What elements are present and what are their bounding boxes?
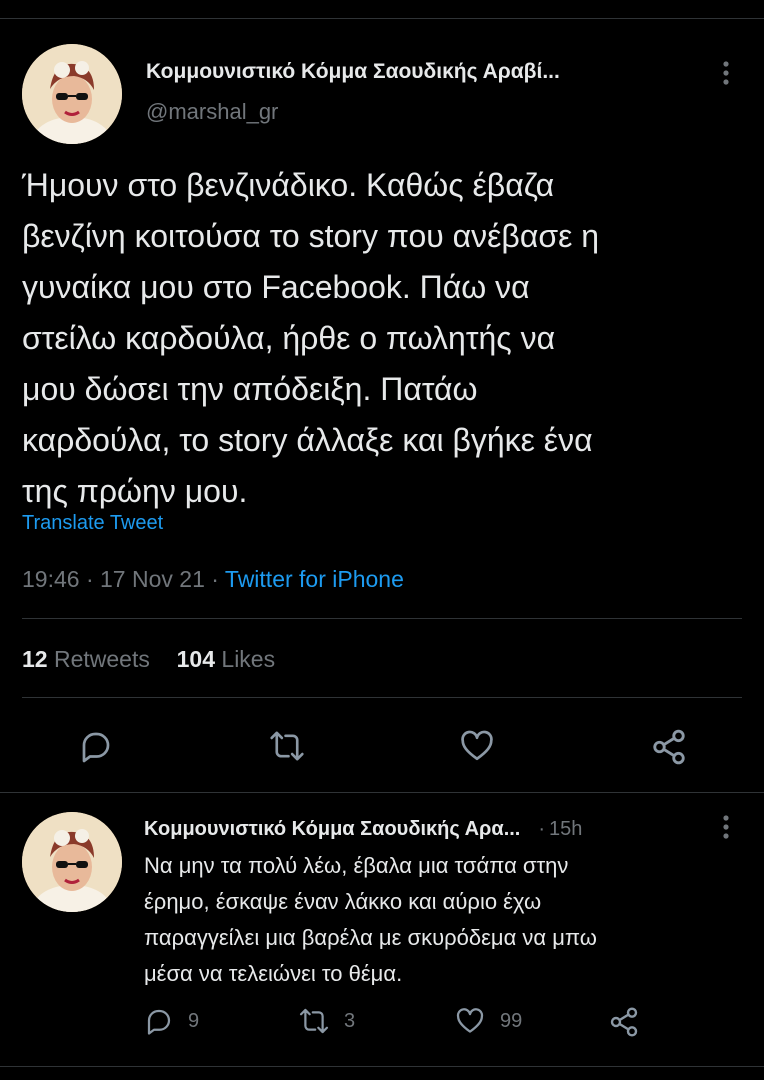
reply-author-avatar[interactable] (22, 812, 122, 912)
tweet-meta: 19:46 · 17 Nov 21 · Twitter for iPhone (22, 566, 404, 593)
meta-divider (22, 618, 742, 619)
reply-count: 9 (188, 1009, 200, 1032)
share-icon[interactable] (650, 728, 688, 766)
retweet-count: 3 (344, 1009, 356, 1032)
reply-like-action[interactable]: 99 (454, 1006, 522, 1036)
retweets-stat[interactable]: 12 Retweets (22, 646, 156, 672)
reply-body-line: παραγγείλει μια βαρέλα με σκυρόδεμα να μ… (144, 925, 597, 950)
reply-body-line: έρημο, έσκαψε έναν λάκκο και αύριο έχω (144, 889, 542, 914)
like-count: 99 (500, 1009, 523, 1032)
reply-separator: · (538, 818, 546, 840)
top-divider (0, 18, 764, 19)
reply-icon[interactable] (78, 728, 114, 764)
tweet-source-link[interactable]: Twitter for iPhone (225, 566, 404, 592)
retweets-label: Retweets (53, 646, 150, 672)
reply-author-name[interactable]: Κομμουνιστικό Κόμμα Σαουδικής Αρα... (144, 818, 520, 841)
reply-body: Να μην τα πολύ λέω, έβαλα μια τσάπα στην… (144, 848, 744, 992)
bottom-divider (0, 1066, 764, 1067)
meta-separator: · (211, 566, 219, 592)
tweet-body-line: της πρώην μου. (22, 473, 248, 509)
tweet-body-line: γυναίκα μου στο Facebook. Πάω να (22, 269, 530, 305)
tweet-body-line: Ήμουν στο βενζινάδικο. Καθώς έβαζα (22, 167, 555, 203)
reply-reply-action[interactable]: 9 (144, 1006, 199, 1036)
likes-count: 104 (176, 646, 216, 672)
reply-header: Κομμουνιστικό Κόμμα Σαουδικής Αρα... · 1… (144, 818, 704, 841)
reply-more-icon[interactable] (716, 814, 736, 840)
author-avatar[interactable] (22, 44, 122, 144)
translate-tweet-link[interactable]: Translate Tweet (22, 512, 163, 535)
likes-label: Likes (221, 646, 276, 672)
reply-share-icon[interactable] (608, 1006, 640, 1038)
tweet-body-line: στείλω καρδούλα, ήρθε ο πωλητής να (22, 320, 556, 356)
tweet-date[interactable]: 17 Nov 21 (100, 566, 205, 592)
reply-body-line: Να μην τα πολύ λέω, έβαλα μια τσάπα στην (144, 853, 569, 878)
retweets-count: 12 (22, 646, 48, 672)
reply-retweet-action[interactable]: 3 (298, 1006, 355, 1036)
reply-time[interactable]: 15h (549, 818, 582, 841)
more-icon[interactable] (716, 60, 736, 86)
tweet-body-line: καρδούλα, το story άλλαξε και βγήκε ένα (22, 422, 593, 458)
like-icon (454, 1006, 486, 1036)
author-name[interactable]: Κομμουνιστικό Κόμμα Σαουδικής Αραβί... (146, 60, 666, 84)
reply-divider (0, 792, 764, 793)
likes-stat[interactable]: 104 Likes (177, 646, 275, 672)
reply-icon (144, 1006, 174, 1036)
tweet-time[interactable]: 19:46 (22, 566, 80, 592)
meta-separator: · (85, 566, 94, 592)
tweet-body: Ήμουν στο βενζινάδικο. Καθώς έβαζα βενζί… (22, 160, 752, 517)
retweet-icon (298, 1006, 330, 1036)
like-icon[interactable] (458, 728, 496, 764)
retweet-icon[interactable] (268, 728, 306, 764)
tweet-body-line: μου δώσει την απόδειξη. Πατάω (22, 371, 478, 407)
author-handle[interactable]: @marshal_gr (146, 99, 278, 125)
stats-divider (22, 697, 742, 698)
tweet-body-line: βενζίνη κοιτούσα το story που ανέβασε η (22, 218, 600, 254)
reply-body-line: μέσα να τελειώνει το θέμα. (144, 961, 403, 986)
tweet-stats: 12 Retweets 104 Likes (22, 646, 275, 673)
